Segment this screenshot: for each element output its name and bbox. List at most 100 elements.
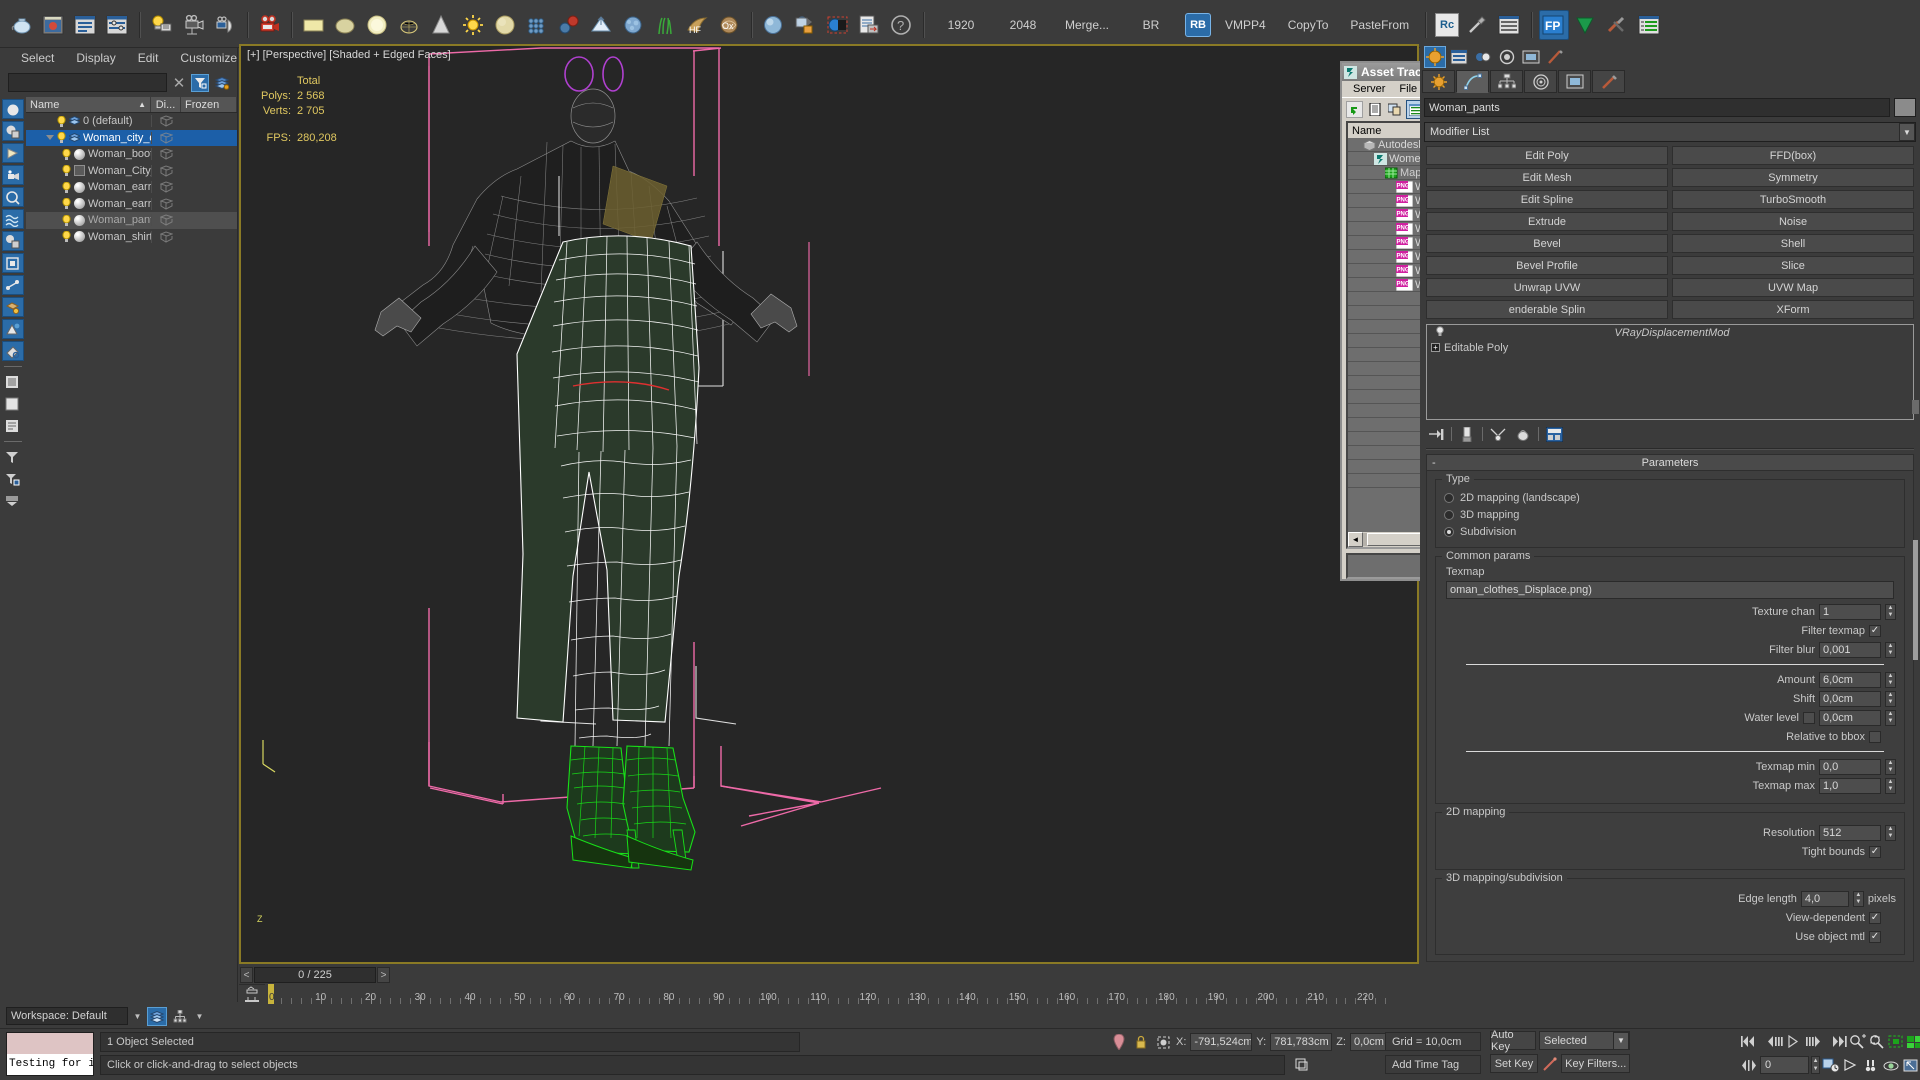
light-lister-icon[interactable] xyxy=(147,10,177,40)
noise-sphere-icon[interactable] xyxy=(619,10,649,40)
water-level-field[interactable]: 0,0cm xyxy=(1819,709,1881,726)
texmap-max-field[interactable]: 1,0 xyxy=(1819,777,1881,794)
pin-stack-icon[interactable] xyxy=(1426,425,1446,443)
scrollbar-thumb[interactable] xyxy=(1913,540,1918,660)
tab-motion[interactable] xyxy=(1524,70,1557,93)
thumbnail-view-icon[interactable] xyxy=(1386,101,1403,118)
lock-selection-icon[interactable] xyxy=(1132,1033,1150,1052)
array-icon[interactable] xyxy=(523,10,553,40)
orbit-icon[interactable] xyxy=(1882,1055,1900,1075)
mirror-icon[interactable] xyxy=(555,10,585,40)
rc-button[interactable]: Rc xyxy=(1435,13,1460,37)
relative-to-bbox-checkbox[interactable] xyxy=(1869,730,1881,743)
modifier-button[interactable]: XForm xyxy=(1672,300,1914,319)
scene-tree-row[interactable]: Woman_boots xyxy=(26,146,237,163)
width-preset-button[interactable]: 1920 xyxy=(933,12,989,38)
show-end-result-icon[interactable] xyxy=(1457,425,1477,443)
play-icon[interactable] xyxy=(1785,1031,1803,1051)
modifier-button[interactable]: UVW Map xyxy=(1672,278,1914,297)
modifier-button[interactable]: Bevel Profile xyxy=(1426,256,1668,275)
vmpp4-button[interactable]: VMPP4 xyxy=(1217,12,1274,38)
tree-row-display-cell[interactable] xyxy=(151,115,181,128)
amount-field[interactable]: 6,0cm xyxy=(1819,671,1881,688)
lightbulb-icon[interactable] xyxy=(62,197,71,210)
bitmap-pager-icon[interactable] xyxy=(791,10,821,40)
grass-icon[interactable] xyxy=(651,10,681,40)
list-view-icon[interactable] xyxy=(1366,101,1383,118)
expander-icon[interactable] xyxy=(46,135,54,141)
workspace-chevron-down-icon[interactable]: ▼ xyxy=(131,1008,144,1024)
texmap-value-field[interactable]: oman_clothes_Displace.png) xyxy=(1446,581,1894,599)
key-mode-icon[interactable] xyxy=(1541,1054,1558,1073)
isolate-icon[interactable] xyxy=(1110,1033,1128,1052)
wrench-icon[interactable] xyxy=(1463,10,1493,40)
scene-menu-customize[interactable]: Customize xyxy=(169,51,248,65)
filter-blur-field[interactable]: 0,001 xyxy=(1819,641,1881,658)
plane-primitive-icon[interactable] xyxy=(299,10,329,40)
current-frame-field[interactable]: 0 xyxy=(1760,1056,1810,1074)
zoom-region-icon[interactable] xyxy=(1868,1031,1886,1051)
helper-tool-icon[interactable] xyxy=(2,187,24,207)
scene-tree-row[interactable]: Woman_city_dot... xyxy=(26,129,237,146)
particle-tool-icon[interactable] xyxy=(2,297,24,317)
zoom-icon[interactable] xyxy=(1849,1031,1867,1051)
scene-menu-edit[interactable]: Edit xyxy=(127,51,170,65)
maximize-viewport-icon[interactable] xyxy=(1902,1055,1920,1075)
shift-field[interactable]: 0,0cm xyxy=(1819,690,1881,707)
render-region-icon[interactable] xyxy=(823,10,853,40)
zoom-extents-icon[interactable] xyxy=(1887,1031,1905,1051)
trackbar[interactable]: 10 20 30 40 50 60 70 80 90 100 110 120 130 140 150 160 1… xyxy=(239,984,1419,1004)
texmap-min-field[interactable]: 0,0 xyxy=(1819,758,1881,775)
tree-row-display-cell[interactable] xyxy=(151,214,181,227)
paste-from-button[interactable]: PasteFrom xyxy=(1342,12,1417,38)
layer-chevron-down-icon[interactable]: ▼ xyxy=(193,1008,206,1024)
modifier-button[interactable]: enderable Splin xyxy=(1426,300,1668,319)
sphere-primitive-icon[interactable] xyxy=(331,10,361,40)
zoom-all-icon[interactable] xyxy=(1906,1031,1920,1051)
add-time-tag-button[interactable]: Add Time Tag xyxy=(1385,1055,1481,1074)
prev-frame-button[interactable]: < xyxy=(240,967,253,983)
command-panel-scrollbar[interactable] xyxy=(1912,70,1919,1002)
camera-match-icon[interactable] xyxy=(211,10,241,40)
tab-hierarchy[interactable] xyxy=(1490,70,1523,93)
copy-to-button[interactable]: CopyTo xyxy=(1280,12,1337,38)
sun-icon[interactable] xyxy=(459,10,489,40)
lightbulb-icon[interactable] xyxy=(57,131,66,144)
modifier-button[interactable]: Shell xyxy=(1672,234,1914,253)
sphere-light-icon[interactable] xyxy=(363,10,393,40)
goto-end-icon[interactable] xyxy=(1830,1031,1848,1051)
group-tool-icon[interactable] xyxy=(2,121,24,141)
scene-explorer-icon[interactable] xyxy=(170,1007,190,1026)
ornatrix-icon[interactable]: Ox xyxy=(715,10,745,40)
key-filters-button[interactable]: Key Filters... xyxy=(1561,1054,1630,1073)
lightbulb-icon[interactable] xyxy=(62,148,71,160)
detail-view-icon[interactable] xyxy=(2,416,24,436)
sphere-blue-icon[interactable] xyxy=(759,10,789,40)
y-coord-field[interactable]: 781,783cm xyxy=(1270,1033,1333,1051)
use-object-mtl-checkbox[interactable]: ✓ xyxy=(1869,930,1881,943)
key-mode-toggle-icon[interactable] xyxy=(1740,1055,1758,1075)
list-view-icon[interactable] xyxy=(2,372,24,392)
br-button[interactable]: BR xyxy=(1123,12,1179,38)
scene-menu-select[interactable]: Select xyxy=(10,51,65,65)
script-icon[interactable] xyxy=(855,10,885,40)
spacewarp-tool-icon[interactable] xyxy=(2,209,24,229)
tab-create[interactable] xyxy=(1422,70,1455,93)
frame-display[interactable]: 0 / 225 xyxy=(254,967,376,983)
resolution-spinner[interactable]: ▲ ▼ xyxy=(1885,824,1896,841)
render-frame-icon[interactable] xyxy=(255,10,285,40)
configure-modifier-sets-icon[interactable] xyxy=(1544,425,1564,443)
material-editor-icon[interactable] xyxy=(39,10,69,40)
clear-x-icon[interactable]: ✕ xyxy=(171,75,187,92)
maxscript-mini-listener[interactable]: Testing for i xyxy=(6,1032,94,1076)
texture-chan-spinner[interactable]: ▲ ▼ xyxy=(1885,603,1896,620)
hair-fur-icon[interactable]: HF xyxy=(683,10,713,40)
modifier-button[interactable]: Edit Poly xyxy=(1426,146,1668,165)
rb-button[interactable]: RB xyxy=(1185,13,1212,37)
layer-manager-icon[interactable] xyxy=(1635,10,1665,40)
type-option[interactable]: 2D mapping (landscape) xyxy=(1444,489,1896,506)
sphere-tool-icon[interactable] xyxy=(2,99,24,119)
pan-icon[interactable] xyxy=(1842,1055,1860,1075)
tree-row-display-cell[interactable] xyxy=(151,181,181,194)
tree-row-display-cell[interactable] xyxy=(151,197,181,210)
